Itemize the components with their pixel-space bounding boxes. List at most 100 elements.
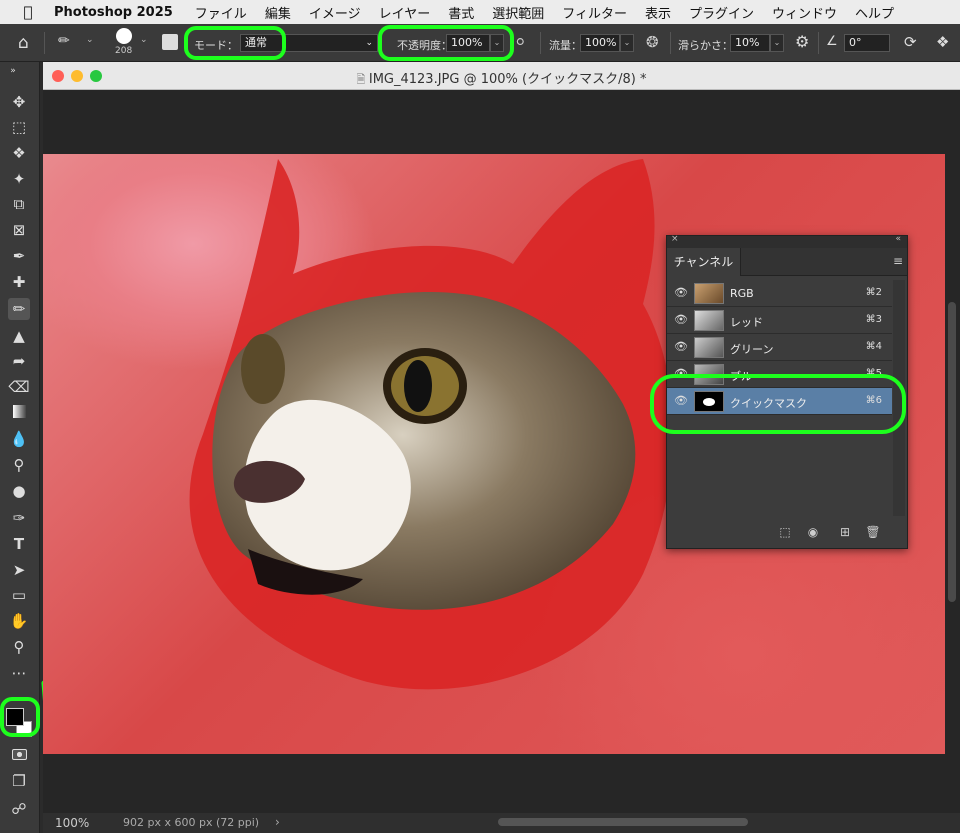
eyedropper-icon[interactable]: ✒ (8, 245, 30, 267)
zoom-tool-icon[interactable]: ⚲ (8, 636, 30, 658)
chevron-down-icon[interactable]: ⌄ (140, 35, 148, 45)
symmetry-icon[interactable]: ❖ (936, 33, 949, 51)
pressure-opacity-icon[interactable]: ⚪ (514, 33, 527, 51)
divider (540, 32, 541, 54)
channel-thumbnail (694, 337, 724, 358)
screen-mode-icon[interactable]: ❐ (8, 770, 30, 792)
stamp-tool-icon[interactable]: ▲ (8, 325, 30, 347)
sponge-tool-icon[interactable]: ● (8, 480, 30, 502)
app-menu[interactable]: Photoshop 2025 (54, 5, 173, 20)
new-channel-icon[interactable]: ⊞ (837, 524, 853, 540)
collapse-icon[interactable]: » (2, 60, 24, 82)
menu-layer[interactable]: レイヤー (379, 3, 431, 22)
hand-tool-icon[interactable]: ✋ (8, 610, 30, 632)
chevron-down-icon[interactable]: ⌄ (86, 35, 94, 45)
smoothing-field[interactable]: 10% (730, 34, 770, 52)
vertical-scrollbar[interactable] (948, 302, 956, 602)
gradient-tool-icon[interactable] (8, 402, 30, 424)
menu-select[interactable]: 選択範囲 (492, 3, 544, 22)
eye-icon[interactable]: 👁 (673, 340, 689, 353)
divider (818, 32, 819, 54)
highlight-swatch (0, 697, 40, 737)
channel-name: RGB (730, 287, 754, 300)
document-title-wrap: 🗎 IMG_4123.JPG @ 100% (クイックマスク/8) * (43, 68, 960, 90)
airbrush-icon[interactable]: ❂ (646, 33, 659, 51)
share-icon[interactable]: ☍ (8, 798, 30, 820)
menu-plugins[interactable]: プラグイン (689, 3, 754, 22)
history-brush-icon[interactable]: ➦ (8, 350, 30, 372)
save-selection-icon[interactable]: ◉ (805, 524, 821, 540)
horizontal-scrollbar[interactable] (498, 818, 748, 826)
flow-dropdown[interactable]: ⌄ (620, 34, 634, 52)
highlight-channel (650, 374, 906, 434)
divider (670, 32, 671, 54)
highlight-opacity (378, 25, 514, 61)
tools-panel: » ✥ ⬚ ❖ ✦ ⧉ ⊠ ✒ ✚ ✏ ▲ ➦ ⌫ 💧 ⚲ ● ✑ T ➤ ▭ … (0, 62, 40, 833)
menu-image[interactable]: イメージ (309, 3, 361, 22)
angle-field[interactable]: 0° (844, 34, 890, 52)
menu-bar:  Photoshop 2025 ファイル 編集 イメージ レイヤー 書式 選択… (0, 0, 960, 24)
menu-view[interactable]: 表示 (645, 3, 671, 22)
smoothing-dropdown[interactable]: ⌄ (770, 34, 784, 52)
smoothing-label: 滑らかさ： (678, 39, 733, 52)
document-titlebar: 🗎 IMG_4123.JPG @ 100% (クイックマスク/8) * (43, 62, 960, 90)
eye-icon[interactable]: 👁 (673, 313, 689, 326)
chevron-right-icon[interactable]: › (275, 815, 280, 829)
type-tool-icon[interactable]: T (8, 533, 30, 555)
rectangle-tool-icon[interactable]: ▭ (8, 584, 30, 606)
crop-tool-icon[interactable]: ⧉ (8, 193, 30, 215)
menu-file[interactable]: ファイル (195, 3, 247, 22)
flow-field[interactable]: 100% (580, 34, 620, 52)
dodge-tool-icon[interactable]: ⚲ (8, 454, 30, 476)
eraser-tool-icon[interactable]: ⌫ (8, 376, 30, 398)
blur-tool-icon[interactable]: 💧 (8, 428, 30, 450)
flow-label: 流量： (549, 39, 582, 52)
healing-brush-icon[interactable]: ✚ (8, 271, 30, 293)
channel-name: グリーン (730, 343, 774, 356)
collapse-icon[interactable]: « (895, 234, 901, 244)
channel-row-red[interactable]: 👁 レッド ⌘3 (667, 307, 892, 334)
trash-icon[interactable]: 🗑 (865, 524, 881, 540)
document-file-icon: 🗎 (356, 73, 369, 86)
load-selection-icon[interactable]: ⬚ (777, 524, 793, 540)
brush-tool-icon[interactable]: ✏ (58, 33, 70, 49)
menu-icon[interactable]: ≡ (893, 254, 903, 268)
menu-window[interactable]: ウィンドウ (772, 3, 837, 22)
menu-filter[interactable]: フィルター (562, 3, 627, 22)
magic-wand-icon[interactable]: ✦ (8, 168, 30, 190)
menu-edit[interactable]: 編集 (265, 3, 291, 22)
channel-name: レッド (730, 316, 763, 329)
path-select-icon[interactable]: ➤ (8, 559, 30, 581)
marquee-tool-icon[interactable]: ⬚ (8, 116, 30, 138)
pressure-size-icon[interactable]: ⟳ (904, 33, 917, 51)
home-icon[interactable]: ⌂ (18, 33, 29, 53)
zoom-level[interactable]: 100% (55, 816, 89, 830)
eye-icon[interactable]: 👁 (673, 286, 689, 299)
channel-row-green[interactable]: 👁 グリーン ⌘4 (667, 334, 892, 361)
frame-tool-icon[interactable]: ⊠ (8, 219, 30, 241)
menu-type[interactable]: 書式 (448, 3, 474, 22)
brush-preview-icon[interactable] (116, 28, 132, 44)
brush-size: 208 (115, 46, 133, 56)
tab-channels[interactable]: チャンネル (667, 248, 741, 276)
gear-icon[interactable]: ⚙ (795, 32, 809, 51)
channel-shortcut: ⌘2 (865, 287, 882, 298)
menu-help[interactable]: ヘルプ (855, 3, 894, 22)
brush-settings-icon[interactable] (162, 34, 178, 50)
channel-row-rgb[interactable]: 👁 RGB ⌘2 (667, 280, 892, 307)
angle-icon: ∠ (826, 34, 838, 49)
apple-icon[interactable]:  (18, 3, 38, 21)
chevron-down-icon: ⌄ (365, 38, 373, 48)
channel-shortcut: ⌘4 (865, 341, 882, 352)
channel-shortcut: ⌘3 (865, 314, 882, 325)
document-info: 902 px x 600 px (72 ppi) (123, 816, 260, 829)
lasso-tool-icon[interactable]: ❖ (8, 142, 30, 164)
move-tool-icon[interactable]: ✥ (8, 91, 30, 113)
quick-mask-icon[interactable] (8, 744, 30, 766)
close-icon[interactable]: × (671, 234, 679, 244)
pen-tool-icon[interactable]: ✑ (8, 507, 30, 529)
panel-tabs: チャンネル ≡ (667, 248, 907, 276)
brush-tool-icon[interactable]: ✏ (8, 298, 30, 320)
more-tools-icon[interactable]: ⋯ (8, 662, 30, 684)
status-bar: 100% 902 px x 600 px (72 ppi) › (43, 813, 960, 833)
